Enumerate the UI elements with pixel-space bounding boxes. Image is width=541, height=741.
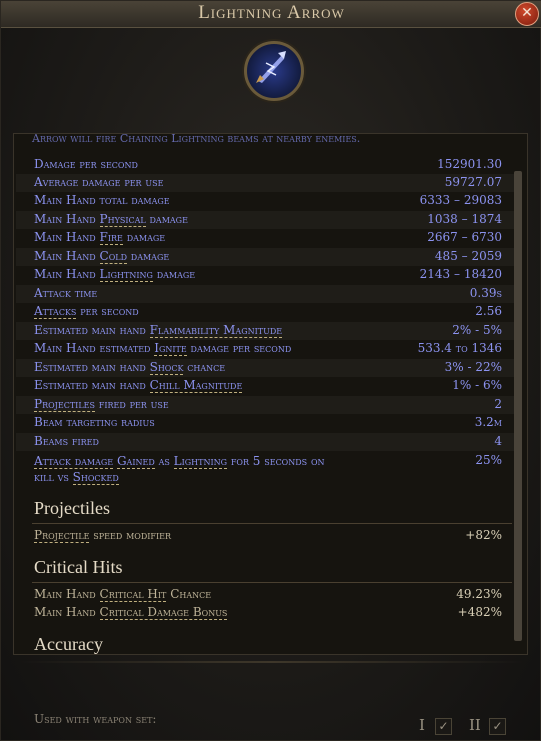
stat-row: Damage per second 152901.30 xyxy=(16,156,516,174)
stat-label: Main Hand total damage xyxy=(34,193,170,207)
weapon-set-1-checkbox[interactable]: ✓ xyxy=(435,718,452,735)
stat-row: Main Hand Fire damage 2667 – 6730 xyxy=(16,229,516,247)
stat-row: Beam targeting radius 3.2m xyxy=(16,414,516,432)
stat-row: Main Hand Critical Hit Chance 49.23% xyxy=(16,586,516,604)
lightning-arrow-icon xyxy=(244,41,304,101)
weapon-set-2-label: II xyxy=(469,716,481,734)
stats-panel[interactable]: Arrow will fire Chaining Lightning beams… xyxy=(13,133,528,655)
stat-row: Estimated main hand Chill Magnitude 1% -… xyxy=(16,377,516,395)
footer-divider xyxy=(19,661,524,663)
keyword-link[interactable]: Projectiles xyxy=(34,397,95,412)
weapon-set-2-checkbox[interactable]: ✓ xyxy=(489,718,506,735)
stat-value: 1038 – 1874 xyxy=(427,212,502,226)
stat-value: +82% xyxy=(465,528,502,542)
stat-label: Main Hand Physical damage xyxy=(34,212,188,227)
section-divider xyxy=(32,523,512,524)
stat-label: Attacks per second xyxy=(34,304,139,319)
stat-label: Main Hand Critical Damage Bonus xyxy=(34,605,228,620)
stat-label: Projectile speed modifier xyxy=(34,528,171,543)
keyword-link[interactable]: Critical Damage Bonus xyxy=(99,605,228,620)
stat-label: Main Hand Cold damage xyxy=(34,249,170,264)
stat-row: Main Hand Lightning damage 2143 – 18420 xyxy=(16,266,516,284)
keyword-link[interactable]: Flammability Magnitude xyxy=(149,323,283,338)
stat-value: 485 – 2059 xyxy=(434,249,502,263)
keyword-link[interactable]: Fire xyxy=(99,230,123,245)
stat-label: Attack time xyxy=(34,286,98,300)
keyword-link[interactable]: Shocked xyxy=(72,470,119,485)
stat-value: 59727.07 xyxy=(444,175,502,189)
stat-label: Main Hand estimated Ignite damage per se… xyxy=(34,341,292,356)
keyword-link[interactable]: Attack damage xyxy=(34,454,114,469)
stat-row: Main Hand Physical damage 1038 – 1874 xyxy=(16,211,516,229)
stat-value: 2667 – 6730 xyxy=(427,230,502,244)
stat-label: Damage per second xyxy=(34,157,138,171)
stat-row: Attack time 0.39s xyxy=(16,285,516,303)
stat-value: 3% - 22% xyxy=(444,360,502,374)
stat-value: 49.23% xyxy=(456,587,502,601)
keyword-link[interactable]: Projectile xyxy=(34,528,90,543)
stat-value: 2.56 xyxy=(475,304,502,318)
stat-label: Beams fired xyxy=(34,434,99,448)
keyword-link[interactable]: Ignite xyxy=(154,341,187,356)
stat-label: Estimated main hand Shock chance xyxy=(34,360,226,375)
stat-value: 2% - 5% xyxy=(452,323,502,337)
section-header-accuracy: Accuracy xyxy=(34,634,103,654)
keyword-link[interactable]: Chill Magnitude xyxy=(149,378,243,393)
stat-row: Estimated main hand Shock chance 3% - 22… xyxy=(16,359,516,377)
stat-label: Estimated main hand Flammability Magnitu… xyxy=(34,323,283,338)
stat-value: 0.39s xyxy=(469,286,502,300)
stat-row: Attacks per second 2.56 xyxy=(16,303,516,321)
stat-row: Main Hand estimated Ignite damage per se… xyxy=(16,340,516,358)
stat-row: Main Hand Cold damage 485 – 2059 xyxy=(16,248,516,266)
stat-row: Projectile speed modifier +82% xyxy=(16,527,516,545)
stat-value: +482% xyxy=(457,605,502,619)
weapon-set-label: Used with weapon set: xyxy=(34,712,157,726)
keyword-link[interactable]: Gained xyxy=(116,454,155,469)
stat-label: Average damage per use xyxy=(34,175,164,189)
close-button[interactable]: ✕ xyxy=(515,2,539,26)
scrollbar-thumb[interactable] xyxy=(514,171,522,641)
keyword-link[interactable]: Lightning xyxy=(173,454,228,469)
keyword-link[interactable]: Critical Hit xyxy=(99,587,167,602)
stat-row: Average damage per use 59727.07 xyxy=(16,174,516,192)
stat-value: 1% - 6% xyxy=(452,378,502,392)
skill-description-cut: Arrow will fire Chaining Lightning beams… xyxy=(32,133,361,145)
stat-row: Projectiles fired per use 2 xyxy=(16,396,516,414)
keyword-link[interactable]: Attacks xyxy=(34,304,77,319)
keyword-link[interactable]: Lightning xyxy=(99,267,153,282)
stat-value: 25% xyxy=(475,453,502,467)
stat-value: 3.2m xyxy=(474,415,502,429)
stat-row: Main Hand Critical Damage Bonus +482% xyxy=(16,604,516,622)
stat-value: 4 xyxy=(494,434,502,448)
title-bar: Lightning Arrow ✕ xyxy=(1,1,541,28)
weapon-set-1-label: I xyxy=(419,716,425,734)
stat-value: 533.4 to 1346 xyxy=(417,341,502,355)
stat-value: 2143 – 18420 xyxy=(419,267,502,281)
stat-row: Beams fired 4 xyxy=(16,433,516,451)
stat-row: Main Hand total damage 6333 – 29083 xyxy=(16,192,516,210)
keyword-link[interactable]: Cold xyxy=(99,249,127,264)
stat-row-multiline: Attack damage Gained as Lightning for 5 … xyxy=(16,452,516,486)
stat-row: Estimated main hand Flammability Magnitu… xyxy=(16,322,516,340)
stat-value: 152901.30 xyxy=(437,157,502,171)
stat-label: Attack damage Gained as Lightning for 5 … xyxy=(34,454,325,485)
keyword-link[interactable]: Physical xyxy=(99,212,146,227)
section-divider xyxy=(32,582,512,583)
stat-value: 2 xyxy=(494,397,502,411)
stat-value: 6333 – 29083 xyxy=(419,193,502,207)
stat-label: Main Hand Fire damage xyxy=(34,230,166,245)
stat-label: Projectiles fired per use xyxy=(34,397,169,412)
window-title: Lightning Arrow xyxy=(198,2,345,23)
section-header-critical-hits: Critical Hits xyxy=(34,557,123,577)
stat-label: Estimated main hand Chill Magnitude xyxy=(34,378,243,393)
stat-label: Beam targeting radius xyxy=(34,415,155,429)
stat-label: Main Hand Lightning damage xyxy=(34,267,196,282)
skill-detail-window: Lightning Arrow ✕ Arrow will fire Chaini… xyxy=(0,0,541,741)
section-header-projectiles: Projectiles xyxy=(34,498,110,518)
stat-label: Main Hand Critical Hit Chance xyxy=(34,587,212,602)
keyword-link[interactable]: Shock xyxy=(149,360,184,375)
